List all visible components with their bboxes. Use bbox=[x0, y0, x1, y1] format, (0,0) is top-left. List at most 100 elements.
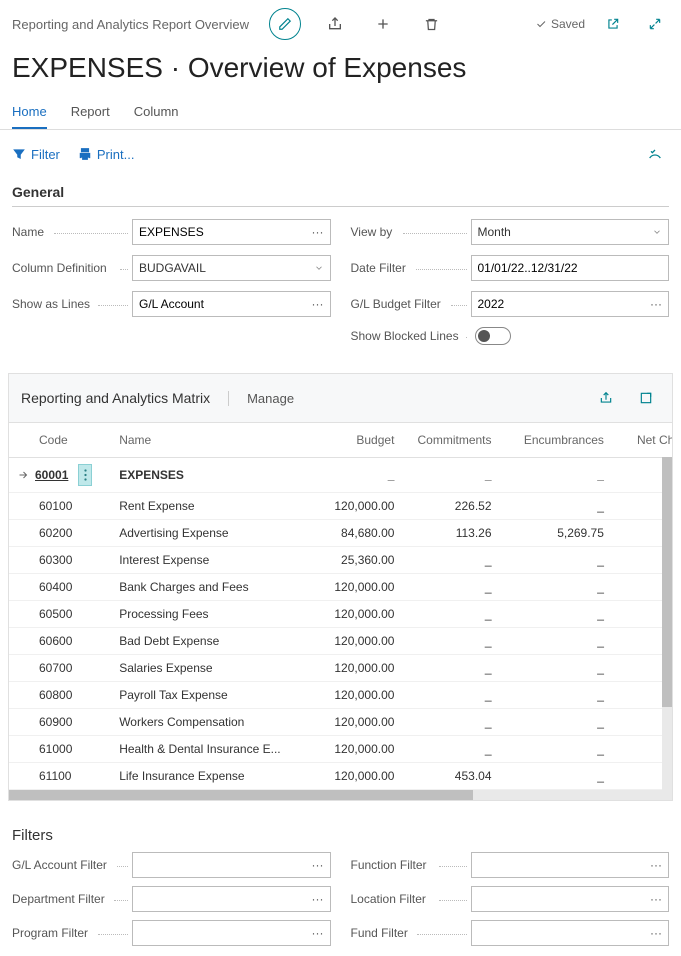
lookup-icon[interactable]: ··· bbox=[306, 297, 330, 311]
lookup-icon[interactable]: ··· bbox=[644, 858, 668, 872]
lookup-icon[interactable]: ··· bbox=[644, 297, 668, 311]
input-datefilter[interactable] bbox=[472, 261, 669, 275]
cell-encumbrances: _ bbox=[500, 574, 612, 601]
cell-encumbrances: _ bbox=[500, 493, 612, 520]
share-icon[interactable] bbox=[592, 384, 620, 412]
field-department-filter[interactable]: ··· bbox=[132, 886, 331, 912]
cell-encumbrances: 5,269.75 bbox=[500, 520, 612, 547]
col-code[interactable]: Code bbox=[9, 423, 111, 458]
edit-icon[interactable] bbox=[269, 8, 301, 40]
horizontal-scrollbar[interactable] bbox=[9, 790, 672, 800]
filters-section: Filters G/L Account Filter ··· Function … bbox=[0, 819, 681, 956]
expand-icon[interactable] bbox=[641, 10, 669, 38]
cell-name: Advertising Expense bbox=[111, 520, 305, 547]
table-row[interactable]: 60900Workers Compensation120,000.00__ bbox=[9, 709, 672, 736]
vertical-scrollbar[interactable] bbox=[662, 457, 672, 790]
field-program-filter[interactable]: ··· bbox=[132, 920, 331, 946]
cell-budget: 120,000.00 bbox=[305, 709, 402, 736]
new-icon[interactable] bbox=[369, 10, 397, 38]
lookup-icon[interactable]: ··· bbox=[644, 892, 668, 906]
table-row[interactable]: 60300Interest Expense25,360.00__ bbox=[9, 547, 672, 574]
table-row[interactable]: 60500Processing Fees120,000.00__ bbox=[9, 601, 672, 628]
field-name[interactable]: ··· bbox=[132, 219, 331, 245]
field-coldef[interactable]: BUDGAVAIL bbox=[132, 255, 331, 281]
cell-code: 60700 bbox=[9, 655, 111, 682]
input-function-filter[interactable] bbox=[472, 858, 645, 872]
cell-code: 60300 bbox=[9, 547, 111, 574]
field-glbudget[interactable]: ··· bbox=[471, 291, 670, 317]
field-glaccount-filter[interactable]: ··· bbox=[132, 852, 331, 878]
share-icon[interactable] bbox=[321, 10, 349, 38]
chevron-down-icon[interactable] bbox=[646, 227, 668, 237]
input-fund-filter[interactable] bbox=[472, 926, 645, 940]
field-datefilter[interactable] bbox=[471, 255, 670, 281]
input-glbudget[interactable] bbox=[472, 297, 645, 311]
personalize-icon[interactable] bbox=[641, 140, 669, 168]
field-fund-filter[interactable]: ··· bbox=[471, 920, 670, 946]
input-program-filter[interactable] bbox=[133, 926, 306, 940]
lookup-icon[interactable]: ··· bbox=[306, 892, 330, 906]
tab-report[interactable]: Report bbox=[71, 96, 110, 129]
tab-home[interactable]: Home bbox=[12, 96, 47, 129]
table-row[interactable]: 61000Health & Dental Insurance E...120,0… bbox=[9, 736, 672, 763]
field-viewby[interactable]: Month bbox=[471, 219, 670, 245]
table-row[interactable]: 60700Salaries Expense120,000.00__ bbox=[9, 655, 672, 682]
input-department-filter[interactable] bbox=[133, 892, 306, 906]
cell-name: Workers Compensation bbox=[111, 709, 305, 736]
col-encumbrances[interactable]: Encumbrances bbox=[500, 423, 612, 458]
label-department: Department Filter bbox=[12, 892, 132, 906]
cell-encumbrances: _ bbox=[500, 736, 612, 763]
cell-commitments: 226.52 bbox=[402, 493, 499, 520]
field-showas[interactable]: ··· bbox=[132, 291, 331, 317]
lookup-icon[interactable]: ··· bbox=[306, 225, 330, 239]
table-row[interactable]: 60800Payroll Tax Expense120,000.00__ bbox=[9, 682, 672, 709]
maximize-icon[interactable] bbox=[632, 384, 660, 412]
table-row[interactable]: 60600Bad Debt Expense120,000.00__ bbox=[9, 628, 672, 655]
cell-name: Life Insurance Expense bbox=[111, 763, 305, 790]
field-location-filter[interactable]: ··· bbox=[471, 886, 670, 912]
field-function-filter[interactable]: ··· bbox=[471, 852, 670, 878]
input-name[interactable] bbox=[133, 225, 306, 239]
table-row[interactable]: 60400Bank Charges and Fees120,000.00__ bbox=[9, 574, 672, 601]
cell-commitments: _ bbox=[402, 736, 499, 763]
cell-budget: 120,000.00 bbox=[305, 763, 402, 790]
viewby-value: Month bbox=[472, 225, 647, 239]
chevron-down-icon[interactable] bbox=[308, 263, 330, 273]
cell-code: 60100 bbox=[9, 493, 111, 520]
col-budget[interactable]: Budget bbox=[305, 423, 402, 458]
table-row[interactable]: 60100Rent Expense120,000.00226.52_ bbox=[9, 493, 672, 520]
input-glaccount-filter[interactable] bbox=[133, 858, 306, 872]
manage-button[interactable]: Manage bbox=[228, 391, 294, 406]
cell-name: Rent Expense bbox=[111, 493, 305, 520]
tabs: Home Report Column bbox=[0, 96, 681, 130]
tab-column[interactable]: Column bbox=[134, 96, 179, 129]
filter-button[interactable]: Filter bbox=[12, 147, 60, 162]
input-location-filter[interactable] bbox=[472, 892, 645, 906]
label-glaccount: G/L Account Filter bbox=[12, 858, 132, 872]
cell-budget: 120,000.00 bbox=[305, 655, 402, 682]
print-button[interactable]: Print... bbox=[78, 147, 135, 162]
col-netchange[interactable]: Net Change bbox=[612, 423, 672, 458]
input-showas[interactable] bbox=[133, 297, 306, 311]
cell-name: EXPENSES bbox=[111, 458, 305, 493]
table-row[interactable]: 61100Life Insurance Expense120,000.00453… bbox=[9, 763, 672, 790]
cell-commitments: _ bbox=[402, 682, 499, 709]
label-program: Program Filter bbox=[12, 926, 132, 940]
print-label: Print... bbox=[97, 147, 135, 162]
lookup-icon[interactable]: ··· bbox=[306, 926, 330, 940]
cell-name: Processing Fees bbox=[111, 601, 305, 628]
cell-budget: 25,360.00 bbox=[305, 547, 402, 574]
col-commitments[interactable]: Commitments bbox=[402, 423, 499, 458]
col-name[interactable]: Name bbox=[111, 423, 305, 458]
cell-encumbrances: _ bbox=[500, 547, 612, 574]
lookup-icon[interactable]: ··· bbox=[644, 926, 668, 940]
table-row[interactable]: 60200Advertising Expense84,680.00113.265… bbox=[9, 520, 672, 547]
lookup-icon[interactable]: ··· bbox=[306, 858, 330, 872]
general-section: General Name ··· View by Month Column De… bbox=[0, 178, 681, 363]
row-actions-icon[interactable] bbox=[78, 464, 92, 486]
toggle-showblocked[interactable] bbox=[475, 327, 511, 345]
popout-icon[interactable] bbox=[599, 10, 627, 38]
delete-icon[interactable] bbox=[417, 10, 445, 38]
cell-budget: 120,000.00 bbox=[305, 493, 402, 520]
table-row[interactable]: 60001EXPENSES____ bbox=[9, 458, 672, 493]
